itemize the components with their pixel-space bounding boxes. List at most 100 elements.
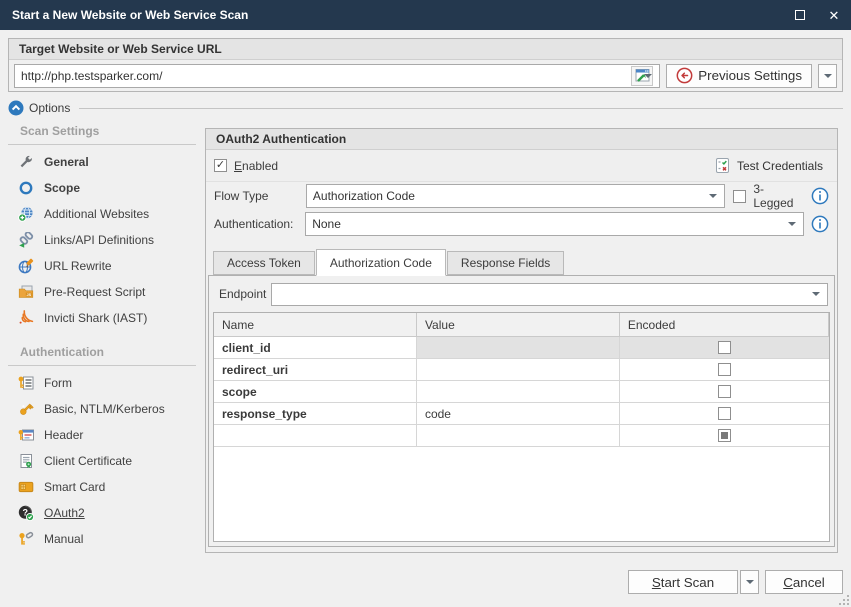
target-url-group-header: Target Website or Web Service URL [9,39,842,60]
flow-type-value: Authorization Code [313,189,718,203]
start-scan-label: Start Scan [652,575,714,590]
sidebar-section-scan-settings: Scan Settings [8,120,200,142]
info-icon[interactable] [811,187,829,205]
svg-text:JS: JS [26,293,31,297]
sidebar-item-url-rewrite[interactable]: URL Rewrite [8,253,200,279]
previous-settings-dropdown-button[interactable] [818,64,837,88]
column-header-encoded[interactable]: Encoded [620,313,829,336]
start-scan-dropdown-button[interactable] [740,570,759,594]
maximize-button[interactable] [783,0,817,30]
previous-settings-button[interactable]: Previous Settings [666,64,812,88]
target-url-combobox[interactable] [14,64,660,88]
chevron-down-icon [746,580,754,584]
sidebar-item-label: Header [44,428,83,442]
sidebar-item-general[interactable]: General [8,149,200,175]
column-header-name[interactable]: Name [214,313,417,336]
param-value-cell[interactable]: code [417,403,620,424]
collapse-options-icon[interactable] [8,100,24,116]
param-name-cell[interactable] [214,425,417,446]
sidebar-item-client-certificate[interactable]: Client Certificate [8,448,200,474]
table-row[interactable]: response_type code [214,403,829,425]
encoded-checkbox[interactable] [718,363,731,376]
sidebar-item-label: Links/API Definitions [44,233,154,247]
sidebar-item-additional-websites[interactable]: Additional Websites [8,201,200,227]
param-name-cell[interactable]: scope [214,381,417,402]
shark-waves-icon [18,310,34,326]
flow-type-dropdown[interactable]: Authorization Code [306,184,725,208]
chevron-down-icon [709,194,717,198]
start-scan-button[interactable]: Start Scan [628,570,738,594]
dialog-title: Start a New Website or Web Service Scan [0,8,783,22]
param-name-cell[interactable]: client_id [214,337,417,358]
previous-settings-label: Previous Settings [698,68,802,83]
test-credentials-label: Test Credentials [737,159,823,173]
sidebar-item-smart-card[interactable]: Smart Card [8,474,200,500]
table-row-new[interactable] [214,425,829,447]
sidebar-item-label: Pre-Request Script [44,285,145,299]
enabled-checkbox[interactable] [214,159,227,172]
sidebar-item-invicti-shark[interactable]: Invicti Shark (IAST) [8,305,200,331]
encoded-checkbox[interactable] [718,341,731,354]
table-row[interactable]: client_id [214,337,829,359]
table-row[interactable]: scope [214,381,829,403]
param-value-cell[interactable] [417,381,620,402]
info-icon[interactable] [811,215,829,233]
sidebar-item-scope[interactable]: Scope [8,175,200,201]
test-credentials-button[interactable]: Test Credentials [708,156,829,175]
resize-grip[interactable] [839,595,849,605]
encoded-checkbox[interactable] [718,385,731,398]
settings-sidebar: Scan Settings General Scope Additional W… [8,120,200,597]
script-folder-icon: JS [18,284,34,300]
chevron-down-icon [824,74,832,78]
table-row[interactable]: redirect_uri [214,359,829,381]
smart-card-icon [18,479,34,495]
authentication-label: Authentication: [214,217,305,231]
param-name-cell[interactable]: redirect_uri [214,359,417,380]
certificate-icon [18,453,34,469]
sidebar-item-oauth2[interactable]: ? OAuth2 [8,500,200,526]
sidebar-item-label: Invicti Shark (IAST) [44,311,147,325]
key-window-icon [18,427,34,443]
sidebar-item-links-api-definitions[interactable]: Links/API Definitions [8,227,200,253]
sidebar-item-header[interactable]: Header [8,422,200,448]
param-value-cell[interactable] [417,359,620,380]
links-icon [18,232,34,248]
title-bar: Start a New Website or Web Service Scan … [0,0,851,30]
options-label[interactable]: Options [29,101,70,115]
encoded-checkbox[interactable] [718,407,731,420]
encoded-checkbox[interactable] [718,429,731,442]
authentication-dropdown[interactable]: None [305,212,804,236]
sidebar-item-label: Scope [44,181,80,195]
flow-type-row: Flow Type Authorization Code 3-Legged [206,182,837,210]
sidebar-item-label: General [44,155,89,169]
endpoint-dropdown[interactable] [271,283,828,306]
sidebar-item-basic-ntlm-kerberos[interactable]: Basic, NTLM/Kerberos [8,396,200,422]
authentication-value: None [312,217,797,231]
sidebar-section-authentication: Authentication [8,341,200,363]
chevron-down-icon [788,222,796,226]
sidebar-item-label: URL Rewrite [44,259,112,273]
sidebar-item-label: Basic, NTLM/Kerberos [44,402,165,416]
cancel-button[interactable]: Cancel [765,570,843,594]
column-header-value[interactable]: Value [417,313,620,336]
chevron-down-icon[interactable] [644,74,652,78]
sidebar-item-label: Additional Websites [44,207,149,221]
test-credentials-icon [714,157,731,174]
key-icon [18,401,34,417]
three-legged-checkbox[interactable] [733,190,746,203]
sidebar-item-manual[interactable]: Manual [8,526,200,552]
tab-authorization-code[interactable]: Authorization Code [316,249,446,276]
tab-access-token[interactable]: Access Token [213,251,315,275]
wrench-icon [18,154,34,170]
target-url-input[interactable] [21,69,625,83]
sidebar-item-pre-request-script[interactable]: JS Pre-Request Script [8,279,200,305]
sidebar-item-form[interactable]: Form [8,370,200,396]
param-value-cell[interactable] [417,425,620,446]
param-name-cell[interactable]: response_type [214,403,417,424]
oauth2-group: OAuth2 Authentication Enabled Test Crede… [205,128,838,553]
previous-settings-icon [676,67,693,84]
authentication-row: Authentication: None [206,210,837,238]
close-button[interactable]: ✕ [817,0,851,30]
endpoint-row: Endpoint [215,282,828,306]
tab-response-fields[interactable]: Response Fields [447,251,564,275]
